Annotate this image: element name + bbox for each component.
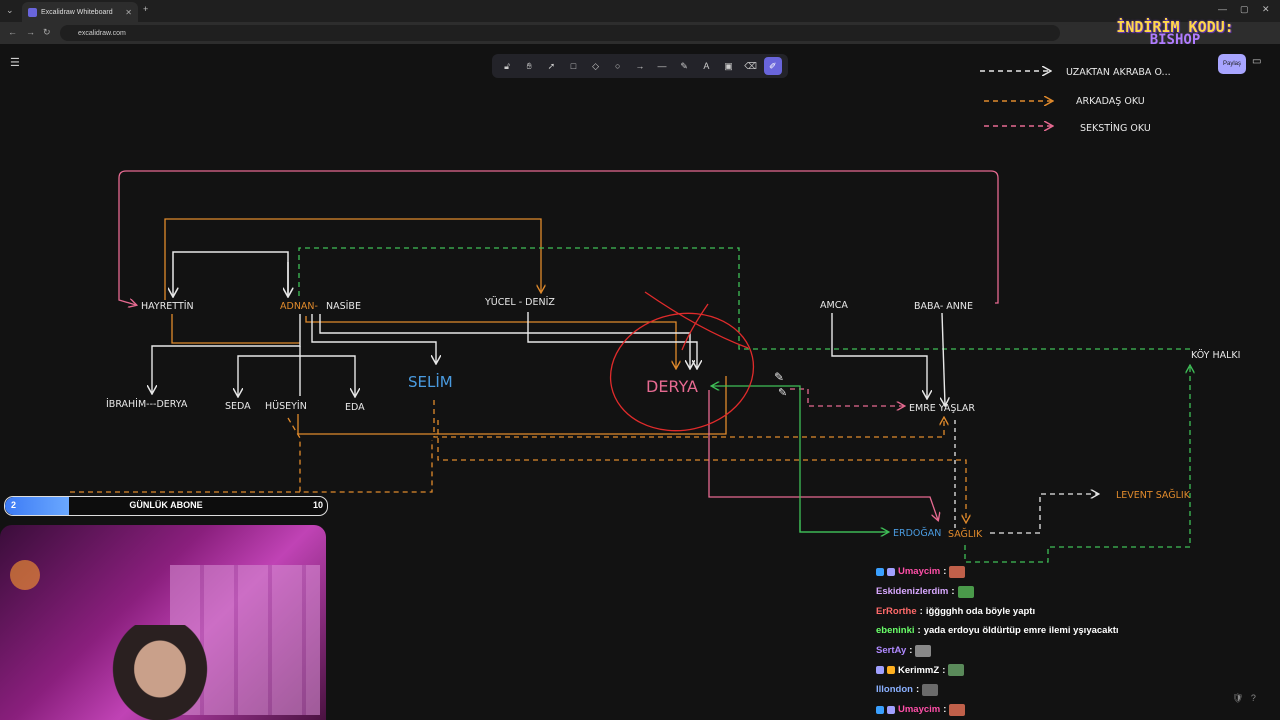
chat-message: Illondon: (876, 680, 1276, 700)
tab-title: Excalidraw Whiteboard (41, 8, 113, 16)
library-icon[interactable]: ▭ (1252, 56, 1261, 67)
hamburger-menu-icon[interactable]: ☰ (10, 56, 20, 69)
address-bar: ← → ↻ excalidraw.com Tamamla ⋮ (0, 22, 1280, 59)
text-icon[interactable]: A (697, 57, 715, 75)
excalidraw-favicon-icon (28, 7, 37, 17)
chat-username[interactable]: Illondon (876, 684, 913, 695)
chat-badge-icon (876, 666, 884, 675)
chat-emote-icon (915, 644, 932, 657)
reload-icon[interactable]: ↻ (43, 27, 51, 38)
eraser-icon[interactable]: ⌫ (742, 57, 760, 75)
chat-separator: : (942, 664, 946, 676)
chat-separator: : (943, 566, 947, 578)
chat-message: Umaycim: (876, 562, 1276, 582)
subscriber-goal-bar: 2 GÜNLÜK ABONE 10 (4, 496, 328, 516)
subscriber-goal-label: GÜNLÜK ABONE (129, 500, 203, 510)
chat-emote-icon (922, 683, 939, 696)
chat-emote-icon (948, 664, 965, 677)
forward-icon[interactable]: → (26, 27, 35, 37)
hand-icon[interactable]: ✋︎ (520, 57, 538, 75)
browser-tab-bar: ⌄ Excalidraw Whiteboard ✕ + — ▢ ✕ (0, 0, 1280, 22)
chat-emote-icon (957, 585, 974, 598)
chat-username[interactable]: Eskidenizlerdim (876, 586, 948, 597)
chat-separator: : (943, 704, 947, 716)
chat-username[interactable]: Umaycim (898, 704, 940, 715)
maximize-button[interactable]: ▢ (1240, 4, 1249, 15)
url-text: excalidraw.com (78, 29, 126, 37)
line-icon[interactable]: — (653, 57, 671, 75)
chat-badge-icon (887, 666, 895, 675)
pointer-icon[interactable]: ➚ (542, 57, 560, 75)
chat-text: yada erdoyu öldürtüp emre ilemi yşıyacak… (923, 625, 1119, 637)
back-icon[interactable]: ← (8, 27, 17, 37)
browser-tab[interactable]: Excalidraw Whiteboard ✕ (22, 2, 138, 22)
chat-separator: : (915, 684, 920, 696)
chat-username[interactable]: ErRorthe (876, 606, 917, 617)
rectangle-icon[interactable]: □ (564, 57, 582, 75)
chat-message: SertAy: (876, 641, 1276, 661)
chat-message: Eskidenizlerdim: (876, 582, 1276, 602)
chat-badge-icon (876, 705, 884, 714)
ellipse-icon[interactable]: ○ (609, 57, 627, 75)
arrow-icon[interactable]: → (631, 57, 649, 75)
webcam-lamp (10, 560, 40, 590)
chat-message: ErRorthe: iğğgghh oda böyle yaptı (876, 601, 1276, 621)
chat-username[interactable]: Umaycim (898, 566, 940, 577)
pencil-icon[interactable]: ✎ (675, 57, 693, 75)
chat-username[interactable]: KerimmZ (898, 665, 939, 676)
tool-bar: 🔓︎ ✋︎ ➚ □ ◇ ○ → — ✎ A ▣ ⌫ ✐ (492, 54, 788, 78)
new-tab-icon[interactable]: + (143, 4, 148, 14)
chat-emote-icon (949, 565, 966, 578)
chat-badge-icon (887, 567, 895, 576)
chat-badge-icon (887, 705, 895, 714)
chat-separator: : (951, 586, 955, 598)
chat-username[interactable]: SertAy (876, 645, 906, 656)
laser-icon[interactable]: ✐ (763, 57, 782, 75)
minimize-button[interactable]: — (1218, 4, 1227, 14)
chat-username[interactable]: ebeninki (876, 625, 915, 636)
tab-list-icon[interactable]: ⌄ (6, 5, 14, 16)
chat-separator: : (917, 625, 921, 637)
close-tab-icon[interactable]: ✕ (125, 8, 132, 17)
chat-text: iğğgghh oda böyle yaptı (925, 605, 1036, 617)
url-field[interactable]: excalidraw.com (60, 25, 1060, 41)
subscriber-goal-target: 10 (312, 500, 323, 510)
chat-separator: : (909, 645, 913, 657)
chat-message: ebeninki: yada erdoyu öldürtüp emre ilemi… (876, 621, 1276, 641)
diamond-icon[interactable]: ◇ (587, 57, 605, 75)
chat-settings-icon[interactable]: 🛡︎ ? (1232, 693, 1256, 704)
chat-badge-icon (876, 567, 884, 576)
promo-overlay: İNDİRİM KODU: BISHOP (1100, 18, 1250, 48)
chat-message: KerimmZ: (876, 660, 1276, 680)
image-icon[interactable]: ▣ (719, 57, 737, 75)
chat-separator: : (919, 605, 923, 617)
share-button[interactable]: Paylaş (1218, 54, 1246, 74)
chat-emote-icon (949, 703, 966, 716)
chat-overlay: Umaycim: Eskidenizlerdim: ErRorthe: iğğgghh… (876, 562, 1276, 720)
chat-message: Umaycim: (876, 700, 1276, 720)
close-window-button[interactable]: ✕ (1262, 4, 1270, 15)
streamer-avatar (100, 625, 220, 720)
webcam-feed (0, 525, 326, 720)
lock-icon[interactable]: 🔓︎ (498, 57, 516, 75)
